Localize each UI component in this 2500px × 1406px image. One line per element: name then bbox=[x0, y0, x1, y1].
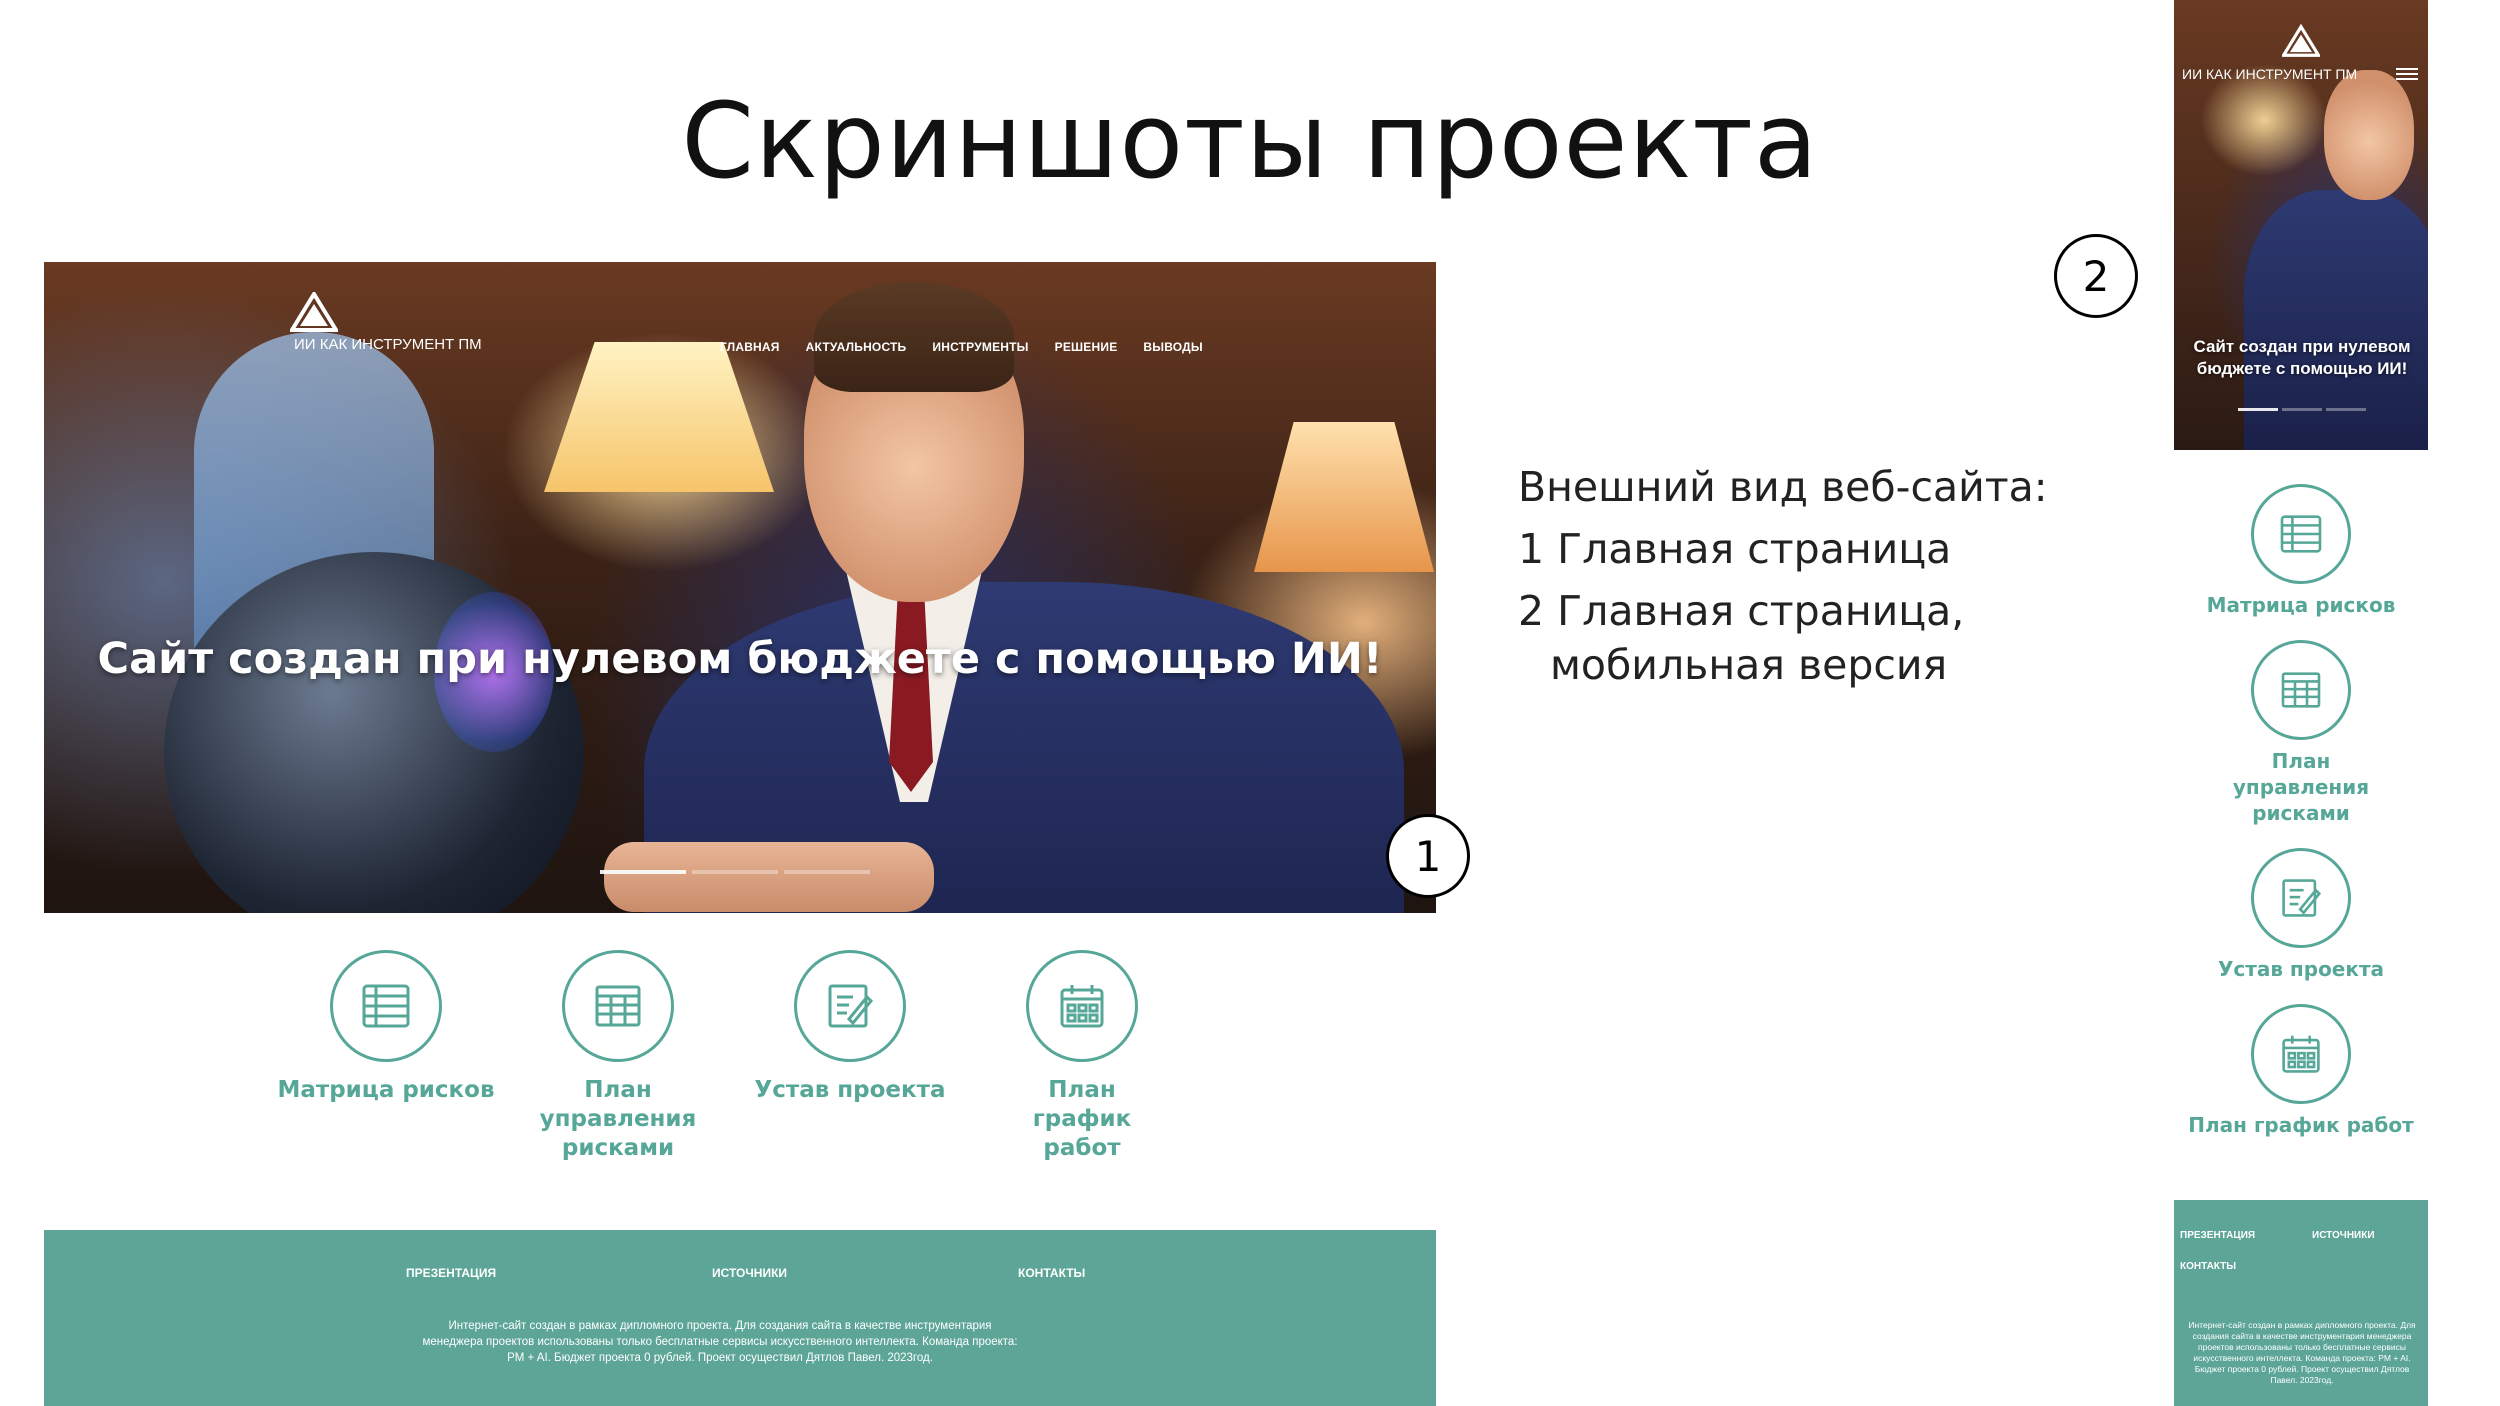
list-icon bbox=[362, 984, 410, 1028]
logo-icon[interactable] bbox=[2282, 24, 2320, 58]
footer-link-contacts[interactable]: КОНТАКТЫ bbox=[1018, 1266, 1324, 1280]
feature-circle[interactable] bbox=[2251, 484, 2351, 584]
feature-label[interactable]: План график работ bbox=[997, 1076, 1167, 1163]
slider-dot[interactable] bbox=[692, 870, 778, 874]
callout-marker-2: 2 bbox=[2054, 234, 2138, 318]
slider-dot[interactable] bbox=[2282, 408, 2322, 411]
desktop-footer: ПРЕЗЕНТАЦИЯ ИСТОЧНИКИ КОНТАКТЫ Интернет-… bbox=[44, 1230, 1436, 1406]
businessman-figure bbox=[2244, 190, 2428, 450]
hair bbox=[814, 282, 1014, 392]
mobile-feature-list: Матрица рисков План управления рисками У… bbox=[2174, 484, 2428, 1160]
main-nav: ГЛАВНАЯ АКТУАЛЬНОСТЬ ИНСТРУМЕНТЫ РЕШЕНИЕ… bbox=[720, 340, 1203, 354]
feature-label[interactable]: План управления рисками bbox=[2201, 748, 2401, 826]
feature-schedule[interactable]: План график работ bbox=[2174, 1004, 2428, 1138]
mobile-footer: ПРЕЗЕНТАЦИЯ ИСТОЧНИКИ КОНТАКТЫ Интернет-… bbox=[2174, 1200, 2428, 1406]
feature-circle[interactable] bbox=[2251, 1004, 2351, 1104]
desktop-hero-screenshot: ИИ КАК ИНСТРУМЕНТ ПМ ГЛАВНАЯ АКТУАЛЬНОСТ… bbox=[44, 262, 1436, 913]
lamp bbox=[544, 342, 774, 492]
description-block: Внешний вид веб-сайта: 1 Главная страниц… bbox=[1518, 456, 2048, 696]
businessman-head bbox=[2324, 70, 2414, 200]
footer-link-presentation[interactable]: ПРЕЗЕНТАЦИЯ bbox=[2180, 1230, 2312, 1241]
site-brand[interactable]: ИИ КАК ИНСТРУМЕНТ ПМ bbox=[294, 336, 482, 353]
footer-text: Интернет-сайт создан в рамках дипломного… bbox=[422, 1320, 1018, 1364]
site-brand[interactable]: ИИ КАК ИНСТРУМЕНТ ПМ bbox=[2182, 66, 2357, 82]
nav-item-home[interactable]: ГЛАВНАЯ bbox=[720, 340, 780, 354]
feature-circle[interactable] bbox=[562, 950, 674, 1062]
nav-item-relevance[interactable]: АКТУАЛЬНОСТЬ bbox=[806, 340, 907, 354]
feature-circle[interactable] bbox=[330, 950, 442, 1062]
slider-dot[interactable] bbox=[600, 870, 686, 874]
mobile-hero-screenshot: ИИ КАК ИНСТРУМЕНТ ПМ Сайт создан при нул… bbox=[2174, 0, 2428, 450]
footer-link-sources[interactable]: ИСТОЧНИКИ bbox=[2312, 1230, 2392, 1241]
feature-risk-plan[interactable]: План управления рисками bbox=[2174, 640, 2428, 826]
hands bbox=[604, 842, 934, 912]
list-icon bbox=[2280, 515, 2322, 553]
footer-text: Интернет-сайт создан в рамках дипломного… bbox=[2188, 1320, 2416, 1385]
desktop-feature-list: Матрица рисков План управления рисками У… bbox=[270, 950, 1198, 1163]
feature-label[interactable]: Устав проекта bbox=[755, 1076, 946, 1105]
footer-links: ПРЕЗЕНТАЦИЯ ИСТОЧНИКИ КОНТАКТЫ bbox=[406, 1266, 1324, 1280]
description-heading: Внешний вид веб-сайта: bbox=[1518, 463, 2048, 511]
feature-label[interactable]: План график работ bbox=[2188, 1112, 2413, 1138]
feature-circle[interactable] bbox=[1026, 950, 1138, 1062]
nav-item-conclusions[interactable]: ВЫВОДЫ bbox=[1143, 340, 1202, 354]
table-icon bbox=[2281, 672, 2321, 708]
slider-dot[interactable] bbox=[2238, 408, 2278, 411]
footer-links: ПРЕЗЕНТАЦИЯ ИСТОЧНИКИ КОНТАКТЫ bbox=[2180, 1230, 2400, 1272]
nav-item-solution[interactable]: РЕШЕНИЕ bbox=[1055, 340, 1118, 354]
hamburger-menu-icon[interactable] bbox=[2396, 68, 2418, 80]
feature-label[interactable]: Матрица рисков bbox=[2207, 592, 2396, 618]
slider-dot[interactable] bbox=[2326, 408, 2366, 411]
slider-dot[interactable] bbox=[784, 870, 870, 874]
feature-risk-matrix[interactable]: Матрица рисков bbox=[2174, 484, 2428, 618]
footer-link-presentation[interactable]: ПРЕЗЕНТАЦИЯ bbox=[406, 1266, 712, 1280]
feature-label[interactable]: План управления рисками bbox=[538, 1076, 698, 1163]
nav-item-tools[interactable]: ИНСТРУМЕНТЫ bbox=[932, 340, 1028, 354]
footer-link-sources[interactable]: ИСТОЧНИКИ bbox=[712, 1266, 1018, 1280]
logo-icon[interactable] bbox=[290, 292, 338, 332]
edit-icon bbox=[828, 984, 873, 1028]
feature-project-charter[interactable]: Устав проекта bbox=[734, 950, 966, 1163]
description-item-2: 2 Главная страница, bbox=[1518, 587, 1965, 635]
lamp bbox=[1254, 422, 1434, 572]
slide-title: Скриншоты проекта bbox=[681, 80, 1819, 202]
feature-schedule[interactable]: План график работ bbox=[966, 950, 1198, 1163]
calendar-icon bbox=[1060, 985, 1104, 1028]
calendar-icon bbox=[2282, 1035, 2320, 1073]
hero-headline: Сайт создан при нулевом бюджете с помощь… bbox=[2193, 337, 2411, 378]
feature-risk-plan[interactable]: План управления рисками bbox=[502, 950, 734, 1163]
feature-circle[interactable] bbox=[2251, 848, 2351, 948]
callout-marker-1: 1 bbox=[1386, 814, 1470, 898]
feature-circle[interactable] bbox=[2251, 640, 2351, 740]
slider-indicator bbox=[2238, 408, 2366, 411]
feature-circle[interactable] bbox=[794, 950, 906, 1062]
feature-risk-matrix[interactable]: Матрица рисков bbox=[270, 950, 502, 1163]
footer-link-contacts[interactable]: КОНТАКТЫ bbox=[2180, 1261, 2312, 1272]
edit-icon bbox=[2282, 879, 2321, 917]
slider-indicator bbox=[600, 870, 870, 874]
feature-label[interactable]: Матрица рисков bbox=[277, 1076, 494, 1105]
hero-headline: Сайт создан при нулевом бюджете с помощь… bbox=[97, 634, 1383, 684]
feature-project-charter[interactable]: Устав проекта bbox=[2174, 848, 2428, 982]
table-icon bbox=[595, 985, 641, 1027]
description-item-2-continued: мобильная версия bbox=[1550, 641, 1948, 689]
description-item-1: 1 Главная страница bbox=[1518, 525, 1952, 573]
feature-label[interactable]: Устав проекта bbox=[2218, 956, 2384, 982]
